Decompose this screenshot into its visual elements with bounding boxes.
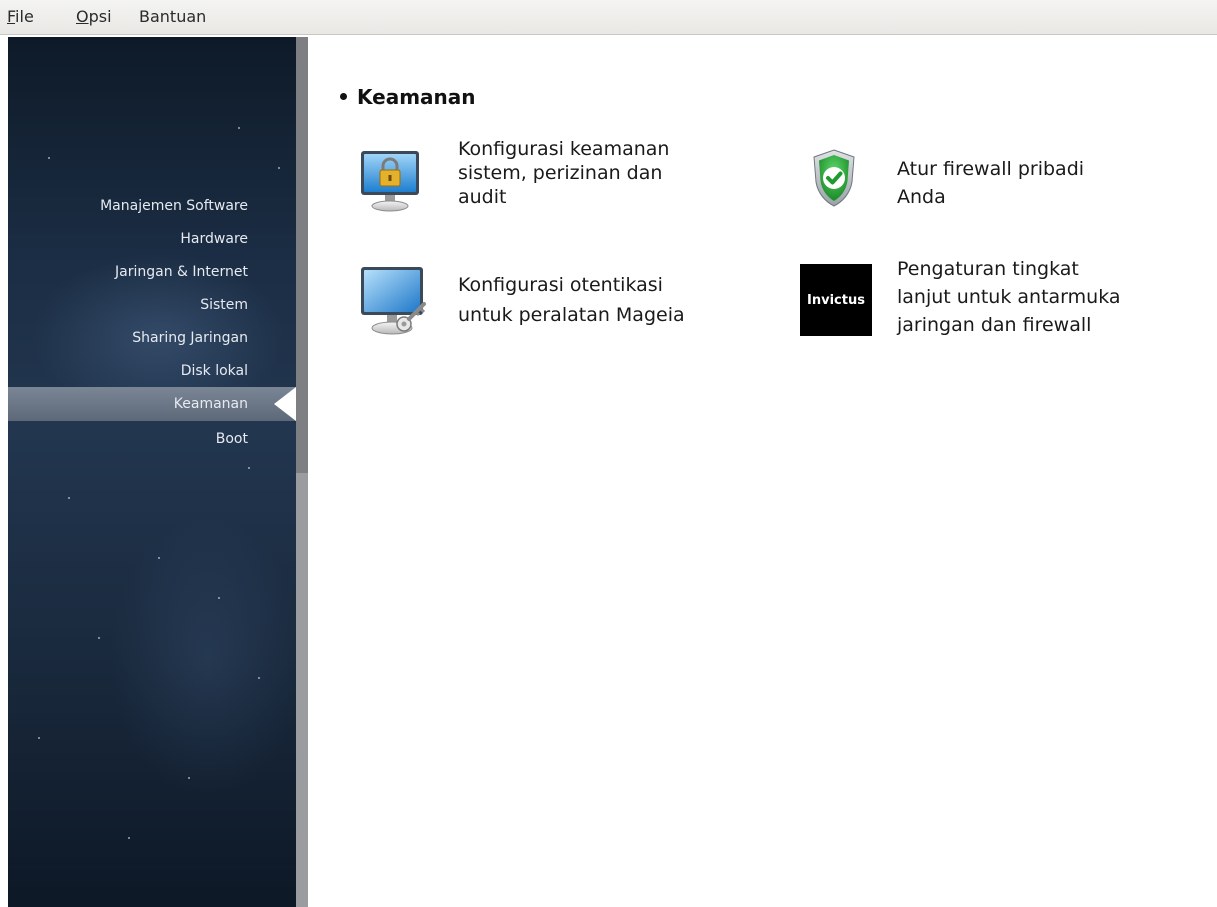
item-authentication-config-line-2: untuk peralatan Mageia bbox=[458, 304, 685, 326]
active-pointer-icon bbox=[274, 387, 296, 421]
item-authentication-config[interactable]: Konfigurasi otentikasi untuk peralatan M… bbox=[358, 264, 758, 344]
menu-bar: File Opsi Bantuan bbox=[0, 0, 1217, 35]
item-authentication-config-line-1: Konfigurasi otentikasi bbox=[458, 274, 663, 296]
bullet-icon bbox=[340, 93, 347, 100]
sidebar-item-system[interactable]: Sistem bbox=[200, 297, 248, 313]
sidebar-item-security[interactable]: Keamanan bbox=[174, 396, 248, 412]
active-item-highlight bbox=[8, 387, 296, 421]
sidebar-item-software-management[interactable]: Manajemen Software bbox=[100, 198, 248, 214]
item-advanced-network-line-3: jaringan dan firewall bbox=[897, 314, 1092, 336]
sidebar-item-hardware[interactable]: Hardware bbox=[180, 231, 248, 247]
item-advanced-network-firewall[interactable]: Invictus Pengaturan tingkat lanjut untuk… bbox=[800, 258, 1180, 342]
monitor-lock-icon bbox=[358, 146, 422, 222]
menu-options[interactable]: Opsi bbox=[76, 8, 112, 26]
sidebar-item-network-sharing[interactable]: Sharing Jaringan bbox=[132, 330, 248, 346]
item-advanced-network-line-1: Pengaturan tingkat bbox=[897, 258, 1079, 280]
item-personal-firewall[interactable]: Atur firewall pribadi Anda bbox=[800, 146, 1160, 216]
monitor-key-icon bbox=[358, 264, 430, 346]
section-title: Keamanan bbox=[340, 84, 476, 110]
shield-check-icon bbox=[806, 146, 862, 214]
sidebar-item-local-disk[interactable]: Disk lokal bbox=[181, 363, 248, 379]
item-security-config-line-2: sistem, perizinan dan bbox=[458, 162, 663, 184]
category-sidebar: Manajemen Software Hardware Jaringan & I… bbox=[8, 37, 296, 907]
sidebar-scrollbar[interactable] bbox=[296, 37, 308, 907]
invictus-logo: Invictus bbox=[800, 264, 872, 336]
item-security-config-line-3: audit bbox=[458, 186, 507, 208]
menu-help[interactable]: Bantuan bbox=[139, 8, 206, 26]
sidebar-scrollbar-thumb[interactable] bbox=[296, 37, 308, 473]
item-personal-firewall-line-1: Atur firewall pribadi bbox=[897, 158, 1085, 180]
sidebar-item-network-internet[interactable]: Jaringan & Internet bbox=[115, 264, 248, 280]
item-security-config-line-1: Konfigurasi keamanan bbox=[458, 138, 670, 160]
item-advanced-network-line-2: lanjut untuk antarmuka bbox=[897, 286, 1121, 308]
item-personal-firewall-line-2: Anda bbox=[897, 186, 946, 208]
item-security-config[interactable]: Konfigurasi keamanan sistem, perizinan d… bbox=[358, 138, 738, 222]
sidebar-item-boot[interactable]: Boot bbox=[216, 431, 248, 447]
menu-file[interactable]: File bbox=[7, 8, 34, 26]
